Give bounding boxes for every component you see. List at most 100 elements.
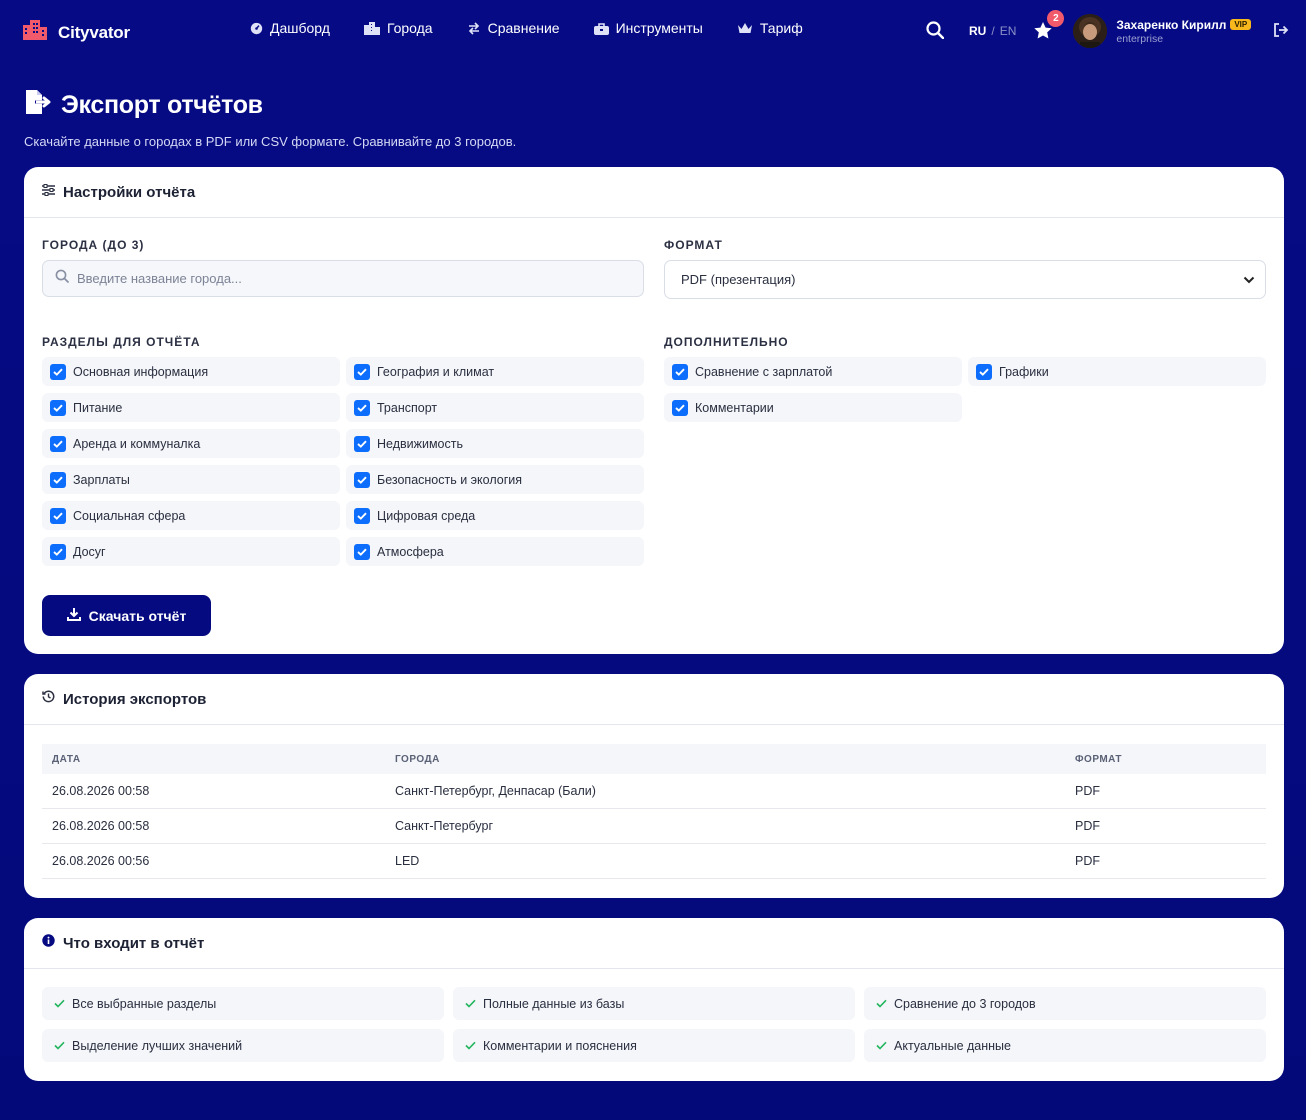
user-info[interactable]: Захаренко Кирилл VIP enterprise: [1116, 17, 1252, 45]
report-settings-card: Настройки отчёта Города (до 3) Формат PD…: [24, 167, 1284, 654]
section-checkbox[interactable]: Недвижимость: [346, 429, 644, 458]
check-icon: [876, 1039, 887, 1053]
checkbox-checked-icon[interactable]: [50, 363, 66, 380]
section-checkbox[interactable]: Транспорт: [346, 393, 644, 422]
avatar[interactable]: [1073, 14, 1108, 48]
vip-badge: VIP: [1230, 19, 1252, 30]
check-icon: [54, 997, 65, 1011]
logout-icon[interactable]: [1273, 23, 1289, 39]
section-checkbox[interactable]: География и климат: [346, 357, 644, 386]
extra-checkbox[interactable]: Комментарии: [664, 393, 962, 422]
checkbox-checked-icon[interactable]: [354, 471, 370, 488]
included-item: Полные данные из базы: [453, 987, 855, 1020]
card-title: История экспортов: [63, 690, 207, 708]
included-item-label: Выделение лучших значений: [72, 1038, 243, 1053]
section-checkbox[interactable]: Цифровая среда: [346, 501, 644, 530]
nav-item-dashboard[interactable]: Дашборд: [250, 20, 330, 36]
section-checkbox[interactable]: Зарплаты: [42, 465, 340, 494]
card-title: Настройки отчёта: [63, 183, 196, 201]
check-icon: [465, 1039, 476, 1053]
cell-format: PDF: [1075, 819, 1100, 833]
checkbox-checked-icon[interactable]: [50, 435, 66, 452]
checkbox-checked-icon[interactable]: [354, 507, 370, 524]
report-contents-card: Что входит в отчёт Все выбранные разделы…: [24, 918, 1284, 1081]
checkbox-checked-icon[interactable]: [354, 435, 370, 452]
sections-label: Разделы для отчёта: [42, 335, 201, 349]
search-icon[interactable]: [926, 21, 946, 41]
checkbox-label: Недвижимость: [377, 436, 463, 451]
city-icon: [363, 21, 380, 35]
page-subtitle: Скачайте данные о городах в PDF или CSV …: [24, 134, 517, 149]
cell-cities: Санкт-Петербург: [395, 819, 494, 833]
card-header: Настройки отчёта: [24, 167, 1284, 218]
checkbox-label: Транспорт: [377, 400, 438, 415]
nav-item-tools[interactable]: Инструменты: [593, 20, 703, 36]
table-row: 26.08.2026 00:56 LED PDF: [42, 844, 1266, 879]
checkbox-label: Атмосфера: [377, 544, 444, 559]
nav-right: RU / EN 2 Захаренко Кирилл VIP enterpris…: [926, 10, 1289, 48]
download-label: Скачать отчёт: [88, 607, 187, 624]
favorites-button[interactable]: 2: [1033, 10, 1065, 41]
section-checkbox[interactable]: Основная информация: [42, 357, 340, 386]
included-item: Сравнение до 3 городов: [864, 987, 1266, 1020]
card-header: История экспортов: [24, 674, 1284, 725]
top-navbar: Cityvator Дашборд Города Сравнение Инстр…: [0, 0, 1306, 62]
lang-en[interactable]: EN: [1000, 24, 1017, 38]
card-header: Что входит в отчёт: [24, 918, 1284, 969]
sliders-icon: [42, 183, 55, 201]
section-checkbox[interactable]: Атмосфера: [346, 537, 644, 566]
cell-date: 26.08.2026 00:58: [52, 784, 150, 798]
brand[interactable]: Cityvator: [22, 19, 130, 46]
lang-ru[interactable]: RU: [969, 24, 986, 38]
extra-checkbox[interactable]: Графики: [968, 357, 1266, 386]
included-item-label: Сравнение до 3 городов: [894, 996, 1036, 1011]
checkbox-label: Основная информация: [73, 364, 209, 379]
checkbox-label: Сравнение с зарплатой: [695, 364, 833, 379]
extra-checkbox[interactable]: Сравнение с зарплатой: [664, 357, 962, 386]
checkbox-checked-icon[interactable]: [354, 363, 370, 380]
section-checkbox[interactable]: Питание: [42, 393, 340, 422]
checkbox-checked-icon[interactable]: [50, 507, 66, 524]
nav-item-label: Тариф: [759, 20, 803, 36]
city-icon: [22, 19, 48, 46]
nav-item-plan[interactable]: Тариф: [737, 20, 803, 36]
format-select[interactable]: PDF (презентация): [664, 260, 1266, 299]
column-format: Формат: [1075, 753, 1123, 765]
city-search-input[interactable]: [77, 271, 597, 286]
section-checkbox[interactable]: Досуг: [42, 537, 340, 566]
checkbox-checked-icon[interactable]: [50, 399, 66, 416]
checkbox-label: Аренда и коммуналка: [73, 436, 201, 451]
format-selected-value: PDF (презентация): [681, 272, 796, 287]
download-report-button[interactable]: Скачать отчёт: [42, 595, 211, 636]
checkbox-checked-icon[interactable]: [354, 399, 370, 416]
section-checkbox[interactable]: Аренда и коммуналка: [42, 429, 340, 458]
language-switcher: RU / EN: [969, 24, 1016, 38]
page-title-row: Экспорт отчётов: [24, 88, 516, 123]
section-checkbox[interactable]: Безопасность и экология: [346, 465, 644, 494]
section-checkbox[interactable]: Социальная сфера: [42, 501, 340, 530]
table-row: 26.08.2026 00:58 Санкт-Петербург PDF: [42, 809, 1266, 844]
checkbox-checked-icon[interactable]: [672, 363, 688, 380]
user-name: Захаренко Кирилл: [1116, 17, 1227, 32]
included-item-label: Полные данные из базы: [483, 996, 625, 1011]
city-search-field[interactable]: [42, 260, 644, 297]
compare-icon: [467, 21, 481, 35]
download-icon: [66, 607, 81, 624]
checkbox-checked-icon[interactable]: [50, 543, 66, 560]
checkbox-label: Зарплаты: [73, 472, 130, 487]
nav-item-compare[interactable]: Сравнение: [467, 20, 560, 36]
included-item-label: Все выбранные разделы: [72, 996, 217, 1011]
checkbox-checked-icon[interactable]: [50, 471, 66, 488]
user-name-row: Захаренко Кирилл VIP: [1116, 17, 1252, 32]
history-icon: [42, 690, 55, 708]
checkbox-checked-icon[interactable]: [976, 363, 992, 380]
format-label: Формат: [664, 238, 723, 252]
checkbox-checked-icon[interactable]: [672, 399, 688, 416]
included-item: Выделение лучших значений: [42, 1029, 444, 1062]
included-item: Все выбранные разделы: [42, 987, 444, 1020]
extra-label: Дополнительно: [664, 335, 789, 349]
nav-item-cities[interactable]: Города: [363, 20, 433, 36]
check-icon: [876, 997, 887, 1011]
checkbox-checked-icon[interactable]: [354, 543, 370, 560]
file-export-icon: [24, 88, 52, 123]
